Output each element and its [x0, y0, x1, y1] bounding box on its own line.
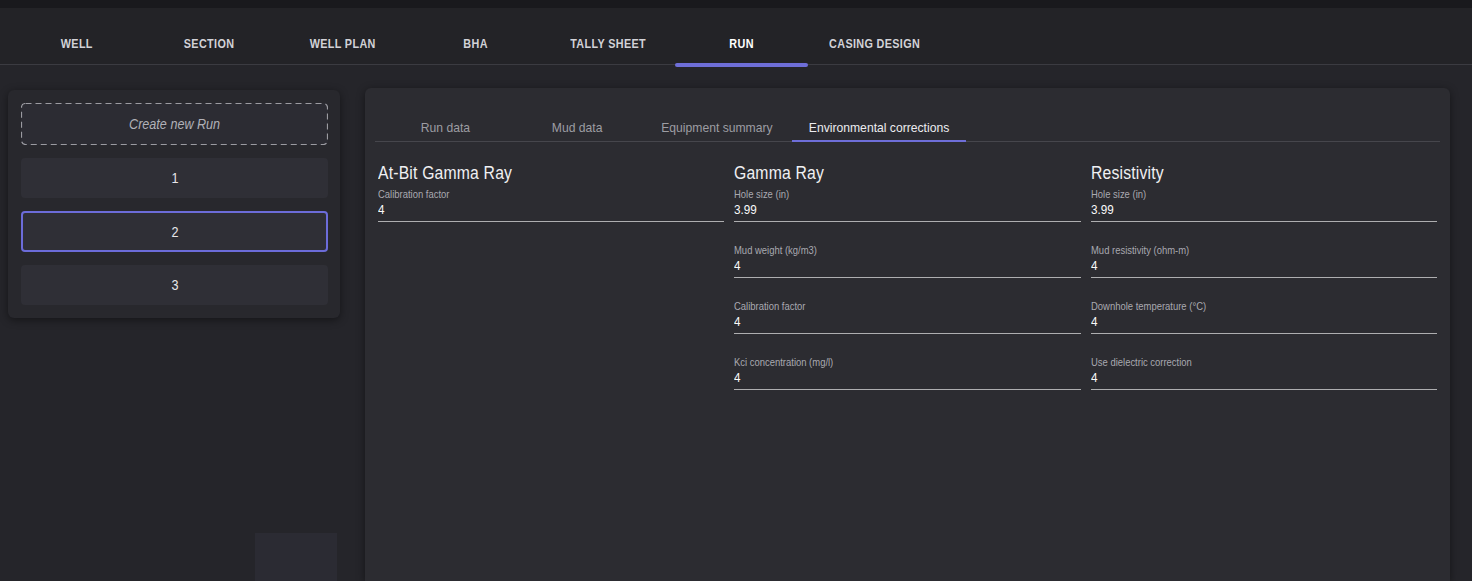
content-tab-equipment-summary[interactable]: Equipment summary [642, 88, 792, 142]
run-button-3[interactable]: 3 [21, 265, 328, 305]
label-text: SECTION [184, 8, 235, 80]
label-text: WELL PLAN [309, 8, 375, 80]
run-list-panel: Create new Run 1 2 3 [8, 90, 340, 318]
label-text: TALLY SHEET [571, 8, 647, 80]
label-text: Kci concentration (mg/l) [734, 356, 833, 368]
field-label: Mud resistivity (ohm-m) [1091, 244, 1437, 256]
input-field-hole-size-in-: Hole size (in) 3.99 [734, 188, 1080, 222]
label-text: RUN [729, 8, 753, 80]
label-text: Calibration factor [378, 188, 449, 200]
run-button-2[interactable]: 2 [21, 211, 328, 252]
section-title: Resistivity [1091, 162, 1437, 184]
label-text: 4 [734, 258, 741, 273]
field-label: Hole size (in) [1091, 188, 1437, 200]
label-text: At-Bit Gamma Ray [378, 162, 512, 184]
label-text: Hole size (in) [1091, 188, 1146, 200]
top-nav-tabs: WELLSECTIONWELL PLANBHATALLY SHEETRUNCAS… [10, 8, 1472, 64]
field-label: Calibration factor [734, 300, 1080, 312]
create-new-run-button[interactable]: Create new Run [21, 103, 328, 145]
label-text: 4 [1091, 258, 1098, 273]
content-tab-run-data[interactable]: Run data [400, 88, 490, 142]
input-field-downhole-temperature-c-: Downhole temperature (°C) 4 [1091, 300, 1437, 334]
field-value[interactable]: 4 [1091, 312, 1437, 334]
label-text: 2 [171, 224, 178, 240]
field-label: Calibration factor [378, 188, 724, 200]
content-tab-environmental-corrections[interactable]: Environmental corrections [792, 88, 966, 142]
nav-tab-section[interactable]: SECTION [143, 8, 276, 65]
field-value[interactable]: 3.99 [734, 200, 1080, 222]
field-value[interactable]: 3.99 [1091, 200, 1437, 222]
label-text: 4 [378, 202, 385, 217]
label-text: Use dielectric correction [1091, 356, 1192, 368]
label-text: WELL [60, 8, 92, 80]
label-text: 4 [1091, 370, 1098, 385]
input-field-calibration-factor: Calibration factor 4 [734, 300, 1080, 334]
input-field-mud-weight-kg-m3-: Mud weight (kg/m3) 4 [734, 244, 1080, 278]
field-value[interactable]: 4 [734, 312, 1080, 334]
label-text: 4 [734, 370, 741, 385]
field-label: Downhole temperature (°C) [1091, 300, 1437, 312]
nav-tab-well[interactable]: WELL [10, 8, 143, 65]
field-label: Kci concentration (mg/l) [734, 356, 1080, 368]
field-value[interactable]: 4 [734, 256, 1080, 278]
run-detail-card: Run dataMud dataEquipment summaryEnviron… [365, 88, 1450, 581]
run-button-1[interactable]: 1 [21, 158, 328, 198]
label-text: Run data [420, 88, 469, 168]
label-text: Environmental corrections [809, 88, 949, 168]
field-value[interactable]: 4 [1091, 256, 1437, 278]
label-text: 3.99 [1091, 202, 1114, 217]
input-field-hole-size-in-: Hole size (in) 3.99 [1091, 188, 1437, 222]
label-text: Equipment summary [661, 88, 772, 168]
label-text: 4 [1091, 314, 1098, 329]
content-tab-mud-data[interactable]: Mud data [531, 88, 623, 142]
field-label: Use dielectric correction [1091, 356, 1437, 368]
nav-tab-well-plan[interactable]: WELL PLAN [276, 8, 409, 65]
nav-tab-casing-design[interactable]: CASING DESIGN [808, 8, 941, 65]
label-text: Calibration factor [734, 300, 805, 312]
label-text: Mud weight (kg/m3) [734, 244, 817, 256]
label-text: Resistivity [1091, 162, 1164, 184]
label-text: 3 [171, 277, 178, 293]
nav-tab-run[interactable]: RUN [675, 8, 808, 65]
top-strip [0, 0, 1472, 8]
nav-tab-tally-sheet[interactable]: TALLY SHEET [542, 8, 675, 65]
field-value[interactable]: 4 [1091, 368, 1437, 390]
field-label: Hole size (in) [734, 188, 1080, 200]
field-label: Mud weight (kg/m3) [734, 244, 1080, 256]
section-gamma-ray: Gamma Ray Hole size (in) 3.99 Mud weight (k… [734, 162, 1080, 412]
label-text: Hole size (in) [734, 188, 789, 200]
label-text: Downhole temperature (°C) [1091, 300, 1206, 312]
label-text: Mud data [552, 88, 603, 168]
label-text: 3.99 [734, 202, 757, 217]
label-text: 1 [171, 170, 178, 186]
run-detail-tabs: Run data Mud data Equipment summaryEnviron… [365, 88, 1450, 142]
section-at-bit-gamma-ray: At-Bit Gamma Ray Calibration factor 4 [378, 162, 724, 412]
section-resistivity: Resistivity Hole size (in) 3.99 Mud resisti… [1091, 162, 1437, 412]
label-text: BHA [463, 8, 487, 80]
input-field-calibration-factor: Calibration factor 4 [378, 188, 724, 222]
label-text: 4 [734, 314, 741, 329]
field-value[interactable]: 4 [378, 200, 724, 222]
label-text: Gamma Ray [734, 162, 824, 184]
label-text: Mud resistivity (ohm-m) [1091, 244, 1189, 256]
input-field-kci-concentration-mg-l-: Kci concentration (mg/l) 4 [734, 356, 1080, 390]
environmental-corrections-form: At-Bit Gamma RayCalibration factor4Gamma… [365, 142, 1450, 412]
bottom-left-box [255, 533, 337, 581]
input-field-mud-resistivity-ohm-m-: Mud resistivity (ohm-m) 4 [1091, 244, 1437, 278]
nav-tab-bha[interactable]: BHA [409, 8, 542, 65]
input-field-use-dielectric-correction: Use dielectric correction 4 [1091, 356, 1437, 390]
top-navbar: WELLSECTIONWELL PLANBHATALLY SHEETRUNCAS… [0, 8, 1472, 65]
label-text: CASING DESIGN [829, 8, 920, 80]
label-text: Create new Run [129, 116, 220, 132]
field-value[interactable]: 4 [734, 368, 1080, 390]
